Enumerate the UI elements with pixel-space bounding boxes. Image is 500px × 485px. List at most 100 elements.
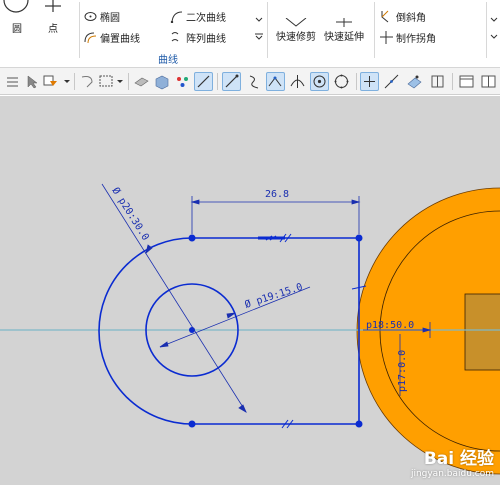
endpoint-line-icon — [225, 74, 239, 88]
point-on-face-icon — [407, 75, 422, 89]
chamfer-icon — [381, 10, 389, 22]
chevron-down-icon — [117, 80, 123, 83]
more-curves-dropdown[interactable] — [255, 12, 263, 28]
toolbar-select-button[interactable] — [23, 72, 42, 91]
point-button[interactable]: 点 — [36, 0, 70, 40]
ribbon-expand-button[interactable] — [255, 29, 263, 45]
toolbar-snap-intersection-button[interactable] — [288, 72, 307, 91]
point-icon — [45, 0, 61, 12]
toolbar-snap-existing-point-button[interactable] — [360, 72, 379, 91]
p17-dimension-text[interactable]: p17:0.0 — [397, 350, 408, 392]
make-corner-icon — [380, 30, 393, 44]
ribbon-separator — [374, 2, 375, 58]
sketch-points — [188, 234, 363, 428]
toolbar-separator — [74, 73, 75, 90]
toolbar-point-on-face-button[interactable] — [405, 72, 424, 91]
conic-icon — [170, 11, 183, 23]
menu-lines-icon — [7, 77, 18, 87]
face-icon — [134, 77, 149, 87]
circle-button[interactable]: 圆 — [0, 0, 34, 40]
quick-extend-icon — [336, 18, 352, 27]
offset-curve-label: 偏置曲线 — [100, 33, 140, 45]
snap-line-icon — [197, 75, 210, 88]
ribbon-scroll-down-alt[interactable] — [490, 29, 498, 45]
conic-button[interactable]: 二次曲线 — [170, 8, 226, 24]
chevron-down-icon — [490, 34, 498, 39]
make-corner-label: 制作拐角 — [396, 33, 436, 45]
quick-trim-label: 快速修剪 — [276, 32, 316, 43]
make-corner-button[interactable]: 制作拐角 — [380, 29, 436, 45]
tangent-curve-icon — [249, 75, 259, 89]
arc-center-icon — [313, 75, 326, 88]
toolbar-point-on-curve-button[interactable] — [382, 72, 401, 91]
ribbon-separator — [486, 2, 487, 58]
toolbar-separator — [128, 73, 129, 90]
conic-label: 二次曲线 — [186, 12, 226, 24]
chevron-down-icon — [255, 17, 263, 22]
p18-dimension-text[interactable]: p18:50.0 — [366, 320, 414, 331]
ribbon: 圆 点 椭圆 偏置曲线 二次曲线 阵列曲线 快速修剪 快速延伸 倒斜角 制作拐角… — [0, 0, 500, 68]
toolbar-lasso-button[interactable] — [78, 72, 97, 91]
box-select-icon — [99, 75, 113, 87]
cursor-icon — [27, 75, 38, 89]
chamfer-label: 倒斜角 — [396, 12, 426, 24]
point-on-curve-icon — [384, 74, 399, 89]
quick-trim-button[interactable]: 快速修剪 — [276, 18, 316, 48]
bounded-grid-icon — [431, 75, 444, 88]
toolbar-face-button[interactable] — [132, 72, 151, 91]
graphics-canvas[interactable]: 26.8 Ø p20:30.0 Ø p19:15.0 p18:50.0 p17:… — [0, 96, 500, 485]
length-dimension[interactable] — [190, 196, 361, 234]
filter-icon — [43, 75, 57, 86]
toolbar-view-button[interactable] — [457, 72, 476, 91]
toolbar-snap-endpoint-button[interactable] — [222, 72, 241, 91]
toolbar-snap-curve-button[interactable] — [194, 72, 213, 91]
toolbar-snap-quadrant-button[interactable] — [332, 72, 351, 91]
quadrant-icon — [334, 74, 349, 89]
length-dimension-text[interactable]: 26.8 — [265, 189, 289, 200]
point-label: 点 — [48, 24, 58, 35]
toolbar-bounded-point-button[interactable] — [428, 72, 447, 91]
quick-extend-label: 快速延伸 — [324, 32, 364, 43]
pattern-curve-icon — [171, 31, 179, 41]
solid-body-icon — [155, 75, 169, 90]
toolbar-filter-button[interactable] — [41, 72, 60, 91]
snap-toolbar — [0, 68, 500, 95]
curve-group-label: 曲线 — [158, 55, 178, 66]
watermark: Bai 经验 jingyan.baidu.com — [411, 444, 494, 479]
watermark-brand: Bai 经验 — [423, 449, 494, 469]
inner-diameter-text[interactable]: Ø p19:15.0 — [243, 281, 304, 311]
toolbar-snap-tangent-button[interactable] — [245, 72, 264, 91]
intersection-icon — [290, 75, 305, 88]
circle-icon — [3, 0, 29, 13]
toolbar-filter-dropdown[interactable] — [62, 72, 72, 91]
parallel-constraint — [265, 233, 367, 429]
feature-points-icon — [177, 77, 188, 87]
watermark-url: jingyan.baidu.com — [410, 469, 494, 479]
toolbar-menu-button[interactable] — [3, 72, 22, 91]
chevron-down-icon — [64, 80, 70, 83]
solid-slot — [464, 293, 500, 371]
toolbar-snap-center-button[interactable] — [310, 72, 329, 91]
toolbar-snap-midpoint-button[interactable] — [266, 72, 285, 91]
lasso-icon — [81, 76, 93, 88]
ellipse-button[interactable]: 椭圆 — [84, 8, 120, 24]
midpoint-icon — [268, 76, 282, 87]
toolbar-box-dropdown[interactable] — [115, 72, 125, 91]
pattern-curve-button[interactable]: 阵列曲线 — [170, 29, 226, 45]
sketch-profile[interactable] — [98, 237, 360, 425]
expand-icon — [255, 33, 263, 40]
chevron-down-icon — [490, 17, 498, 22]
toolbar-box-select-button[interactable] — [97, 72, 116, 91]
toolbar-layout-button[interactable] — [479, 72, 498, 91]
outer-diameter-text[interactable]: Ø p20:30.0 — [109, 185, 151, 242]
offset-curve-button[interactable]: 偏置曲线 — [84, 29, 140, 45]
quick-trim-icon — [285, 18, 307, 27]
ribbon-scroll-down[interactable] — [490, 12, 498, 28]
toolbar-feature-points-button[interactable] — [173, 72, 192, 91]
toolbar-body-button[interactable] — [152, 72, 171, 91]
chamfer-button[interactable]: 倒斜角 — [380, 8, 426, 24]
quick-extend-button[interactable]: 快速延伸 — [324, 18, 364, 48]
ribbon-separator — [267, 2, 268, 58]
cross-point-icon — [364, 76, 375, 87]
view-window-icon — [459, 75, 474, 88]
